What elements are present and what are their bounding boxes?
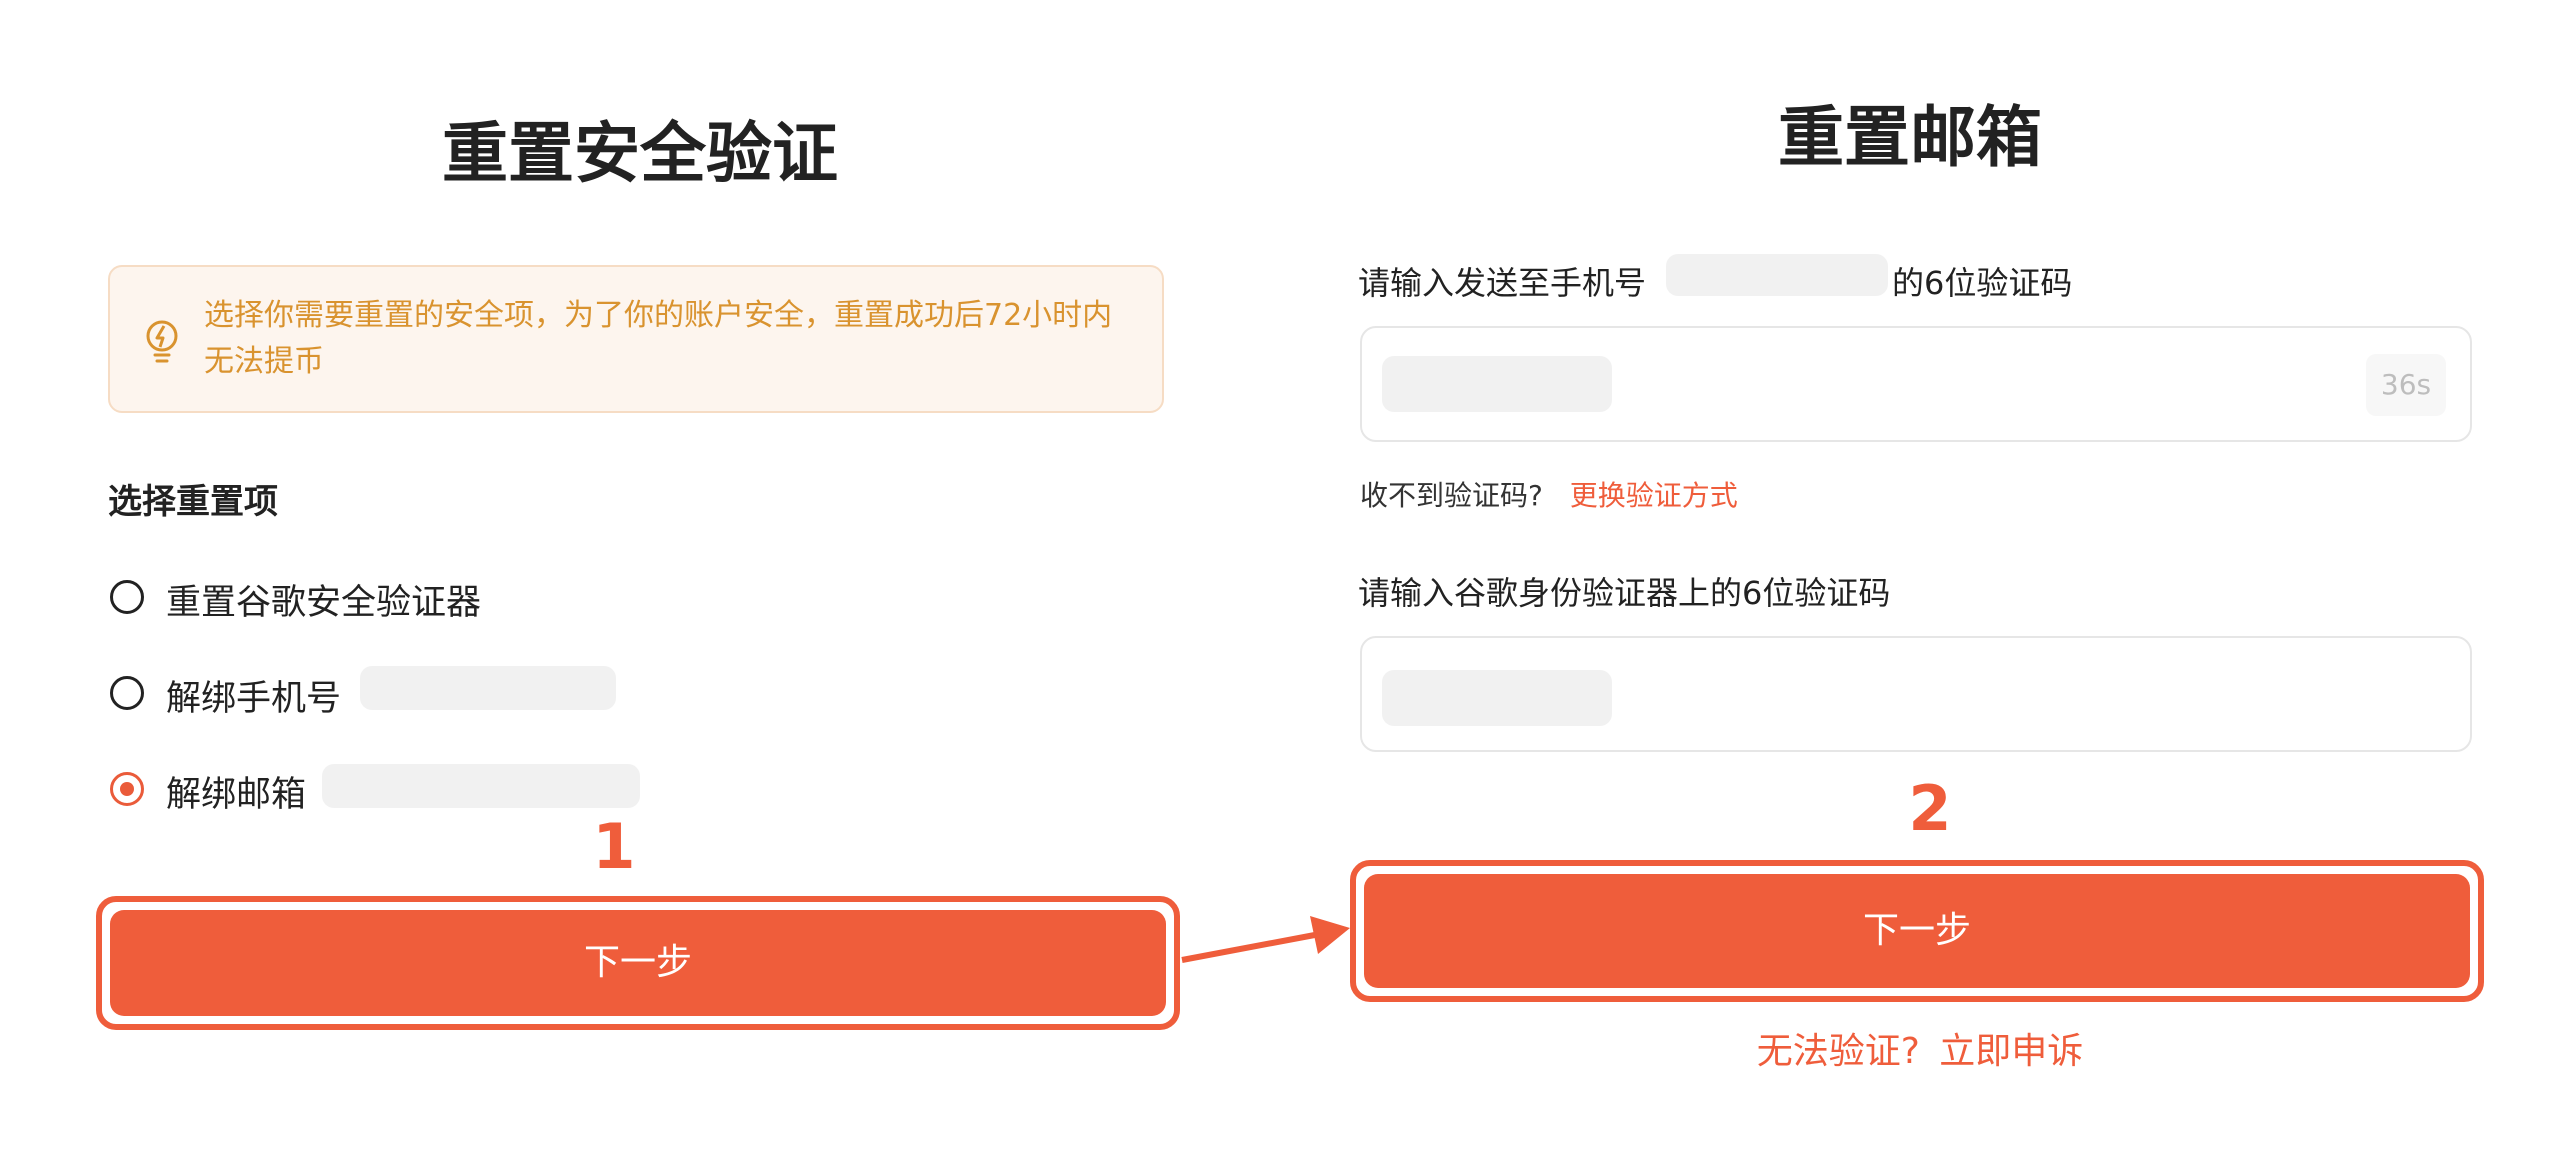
sms-label-suffix: 的6位验证码 [1892, 264, 2073, 302]
left-next-button[interactable]: 下一步 [110, 910, 1166, 1016]
no-code-row: 收不到验证码? 更换验证方式 [1360, 474, 1960, 514]
step-number-1: 1 [592, 810, 636, 883]
sms-label-prefix: 请输入发送至手机号 [1358, 264, 1647, 302]
step-number-2: 2 [1908, 772, 1952, 845]
notice-text: 选择你需要重置的安全项，为了你的账户安全，重置成功后72小时内无法提币 [204, 298, 1113, 379]
radio-button[interactable] [110, 676, 144, 710]
resend-countdown: 36s [2366, 354, 2446, 416]
appeal-link[interactable]: 立即申诉 [1939, 1031, 2083, 1072]
google-code-label: 请输入谷歌身份验证器上的6位验证码 [1358, 574, 1891, 612]
masked-email [322, 764, 640, 808]
masked-phone-number [360, 666, 616, 710]
lightbulb-icon [146, 320, 178, 363]
option-label: 解绑手机号 [166, 679, 342, 719]
appeal-row: 无法验证? 立即申诉 [1540, 1022, 2300, 1074]
left-page-title: 重置安全验证 [442, 115, 838, 192]
arrow-icon [1181, 916, 1350, 963]
option-unbind-email[interactable]: 解绑邮箱 [108, 762, 708, 816]
option-unbind-phone[interactable]: 解绑手机号 [108, 666, 708, 720]
masked-phone-number [1666, 254, 1888, 296]
reset-options-label: 选择重置项 [108, 482, 278, 522]
right-page-title: 重置邮箱 [1778, 99, 2042, 176]
masked-input-value [1382, 670, 1612, 726]
radio-button-checked[interactable] [110, 772, 144, 806]
switch-verification-link[interactable]: 更换验证方式 [1570, 479, 1738, 512]
no-code-text: 收不到验证码? [1360, 479, 1543, 512]
option-label: 解绑邮箱 [166, 775, 307, 815]
google-code-input[interactable] [1360, 636, 2472, 752]
option-label: 重置谷歌安全验证器 [166, 583, 482, 623]
sms-code-label: 请输入发送至手机号 的6位验证码 [1358, 254, 2458, 304]
masked-input-value [1382, 356, 1612, 412]
cannot-verify-text: 无法验证? [1756, 1031, 1920, 1072]
security-notice: 选择你需要重置的安全项，为了你的账户安全，重置成功后72小时内无法提币 [108, 265, 1164, 413]
option-reset-google-authenticator[interactable]: 重置谷歌安全验证器 [108, 570, 708, 624]
right-next-button[interactable]: 下一步 [1364, 874, 2470, 988]
sms-code-input[interactable]: 36s [1360, 326, 2472, 442]
radio-button[interactable] [110, 580, 144, 614]
